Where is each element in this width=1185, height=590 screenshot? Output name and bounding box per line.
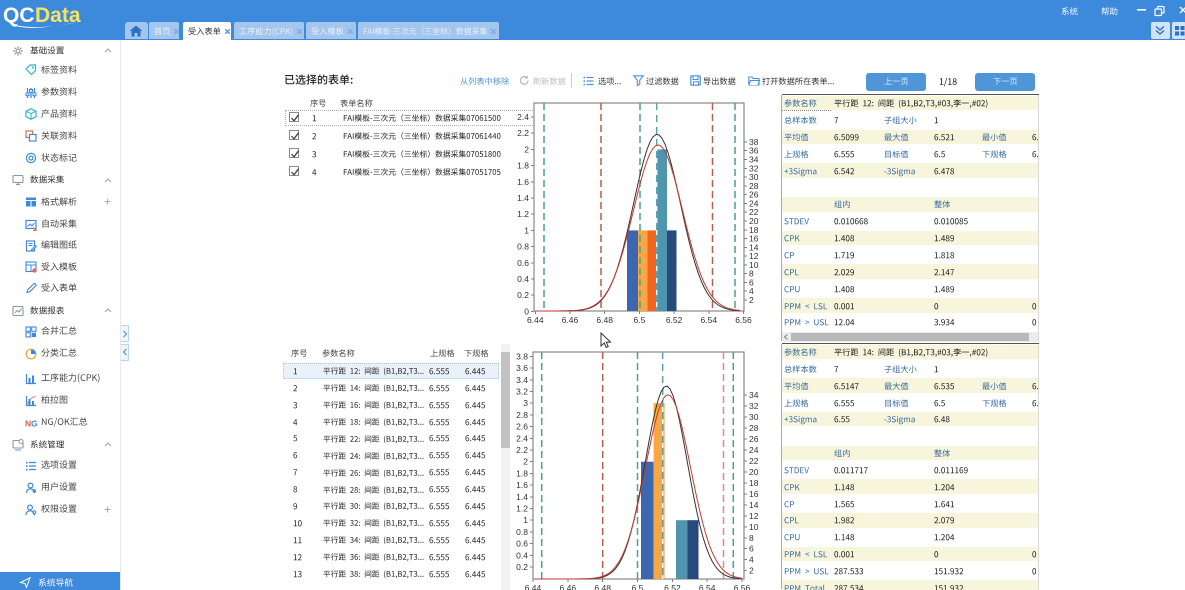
- svg-text:0.6: 0.6: [516, 539, 528, 549]
- svg-text:1.2: 1.2: [517, 209, 529, 219]
- svg-text:6.54: 6.54: [699, 583, 716, 590]
- svg-text:32: 32: [749, 163, 759, 173]
- svg-text:0.8: 0.8: [516, 527, 528, 537]
- svg-text:14: 14: [749, 500, 759, 510]
- svg-text:2.2: 2.2: [517, 128, 529, 138]
- svg-text:2.8: 2.8: [516, 410, 528, 420]
- svg-text:6.46: 6.46: [562, 315, 579, 325]
- svg-text:3.4: 3.4: [516, 375, 528, 385]
- svg-text:4: 4: [749, 286, 754, 296]
- svg-text:2.4: 2.4: [517, 112, 529, 122]
- svg-text:18: 18: [749, 478, 759, 488]
- svg-text:1: 1: [524, 225, 529, 235]
- svg-text:2.4: 2.4: [516, 433, 528, 443]
- svg-text:8: 8: [749, 269, 754, 279]
- svg-text:3.2: 3.2: [516, 387, 528, 397]
- svg-text:1.6: 1.6: [516, 480, 528, 490]
- svg-text:6.44: 6.44: [527, 315, 544, 325]
- svg-text:6: 6: [749, 277, 754, 287]
- svg-text:Data: Data: [35, 4, 81, 27]
- svg-text:3.8: 3.8: [516, 351, 528, 361]
- svg-text:20: 20: [749, 467, 759, 477]
- svg-text:34: 34: [749, 390, 759, 400]
- svg-text:6.56: 6.56: [734, 583, 751, 590]
- svg-text:30: 30: [749, 172, 759, 182]
- svg-text:16: 16: [749, 234, 759, 244]
- svg-text:1.8: 1.8: [517, 161, 529, 171]
- svg-text:1.4: 1.4: [517, 193, 529, 203]
- svg-text:2: 2: [749, 295, 754, 305]
- svg-text:26: 26: [749, 190, 759, 200]
- svg-text:6.48: 6.48: [596, 315, 613, 325]
- svg-text:1.2: 1.2: [516, 504, 528, 514]
- svg-text:22: 22: [749, 207, 759, 217]
- svg-text:6.46: 6.46: [560, 583, 577, 590]
- svg-text:24: 24: [749, 198, 759, 208]
- svg-text:28: 28: [749, 423, 759, 433]
- svg-text:6.54: 6.54: [701, 315, 718, 325]
- svg-text:2: 2: [523, 457, 528, 467]
- svg-text:2: 2: [749, 566, 754, 576]
- svg-text:3.6: 3.6: [516, 363, 528, 373]
- svg-text:18: 18: [749, 225, 759, 235]
- svg-text:36: 36: [749, 146, 759, 156]
- svg-text:G: G: [31, 418, 38, 428]
- svg-text:38: 38: [749, 137, 759, 147]
- svg-text:20: 20: [749, 216, 759, 226]
- svg-text:30: 30: [749, 412, 759, 422]
- svg-text:2.6: 2.6: [516, 422, 528, 432]
- svg-text:QC: QC: [3, 4, 35, 27]
- svg-text:10: 10: [749, 260, 759, 270]
- svg-text:4: 4: [749, 555, 754, 565]
- svg-text:8: 8: [749, 533, 754, 543]
- svg-text:0.2: 0.2: [517, 290, 529, 300]
- svg-text:0.4: 0.4: [516, 550, 528, 560]
- svg-text:2.2: 2.2: [516, 445, 528, 455]
- svg-text:6.56: 6.56: [735, 315, 752, 325]
- svg-text:2: 2: [524, 144, 529, 154]
- svg-text:0.4: 0.4: [517, 274, 529, 284]
- svg-text:6.52: 6.52: [666, 315, 683, 325]
- svg-text:26: 26: [749, 434, 759, 444]
- svg-text:10: 10: [749, 522, 759, 532]
- svg-text:6.52: 6.52: [664, 583, 681, 590]
- svg-text:12: 12: [749, 251, 759, 261]
- svg-text:0.8: 0.8: [517, 242, 529, 252]
- svg-text:28: 28: [749, 181, 759, 191]
- svg-text:32: 32: [749, 401, 759, 411]
- svg-text:6: 6: [749, 544, 754, 554]
- svg-text:0.6: 0.6: [517, 258, 529, 268]
- svg-text:16: 16: [749, 489, 759, 499]
- svg-text:22: 22: [749, 456, 759, 466]
- svg-text:6.5: 6.5: [632, 583, 644, 590]
- svg-text:0.2: 0.2: [516, 562, 528, 572]
- svg-text:1.6: 1.6: [517, 177, 529, 187]
- svg-text:6.44: 6.44: [525, 583, 542, 590]
- svg-text:14: 14: [749, 242, 759, 252]
- svg-text:1.4: 1.4: [516, 492, 528, 502]
- svg-text:6.5: 6.5: [633, 315, 645, 325]
- svg-text:1.8: 1.8: [516, 468, 528, 478]
- svg-text:12: 12: [749, 511, 759, 521]
- svg-text:6.48: 6.48: [594, 583, 611, 590]
- svg-text:24: 24: [749, 445, 759, 455]
- svg-text:1: 1: [523, 515, 528, 525]
- svg-text:3: 3: [523, 398, 528, 408]
- svg-text:34: 34: [749, 155, 759, 165]
